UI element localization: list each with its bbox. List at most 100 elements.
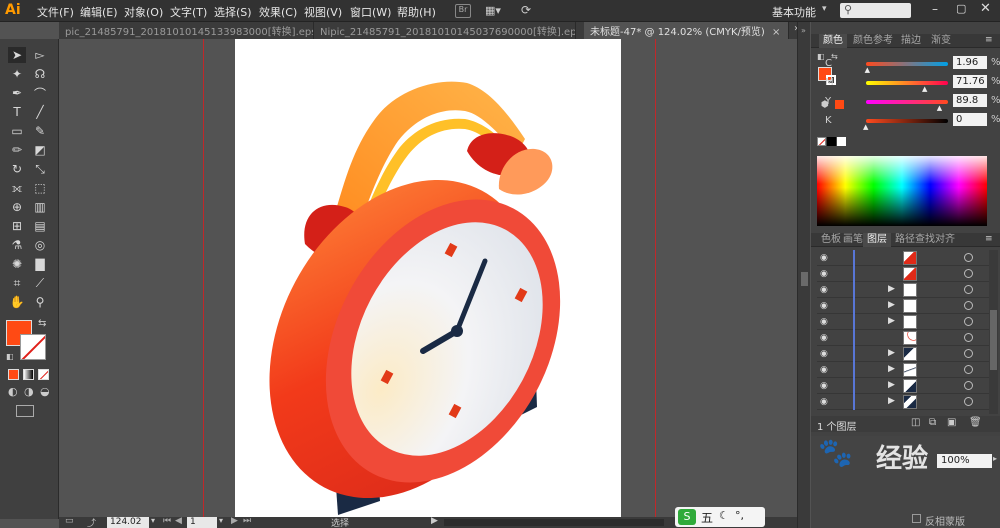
opacity-chevron-icon[interactable]: ▸ (993, 454, 997, 463)
gamut-color-chip[interactable] (835, 100, 844, 109)
tab-gradient[interactable]: 渐变 (927, 34, 955, 48)
ime-moon-icon[interactable]: ☾ (719, 509, 729, 522)
visibility-eye-icon[interactable]: ◉ (820, 381, 830, 391)
layer-target-icon[interactable] (964, 269, 973, 278)
eraser-tool-icon[interactable]: ◩ (31, 142, 49, 158)
layers-scrollbar-thumb[interactable] (990, 310, 997, 370)
tab-color-guide[interactable]: 颜色参考 (849, 34, 897, 48)
hand-tool-icon[interactable]: ✋ (8, 294, 26, 310)
tab-document-1[interactable]: pic_21485791_20181010145133983000[转换].ep… (59, 22, 314, 39)
expand-arrow-icon[interactable]: ▶ (888, 348, 895, 358)
restore-icon[interactable]: ▢ (956, 2, 966, 15)
ime-toolbar[interactable]: S 五 ☾ °, (675, 507, 765, 527)
layer-target-icon[interactable] (964, 285, 973, 294)
search-help-field[interactable]: ⚲ (840, 3, 911, 18)
tab-document-2[interactable]: Nipic_21485791_20181010145037690000[转换].… (314, 22, 576, 39)
visibility-eye-icon[interactable]: ◉ (820, 269, 830, 279)
layer-row[interactable]: ◉ ▶ (817, 314, 989, 330)
pen-tool-icon[interactable]: ✒ (8, 85, 26, 101)
magenta-slider-thumb[interactable]: ▲ (922, 85, 927, 93)
free-transform-tool-icon[interactable]: ⬚ (31, 180, 49, 196)
draw-mode-icon[interactable]: ◐ (8, 385, 18, 398)
menu-window[interactable]: 窗口(W) (350, 4, 391, 20)
last-artboard-icon[interactable]: ⏭ (243, 516, 251, 526)
menu-view[interactable]: 视图(V) (304, 4, 342, 20)
scrollbar-thumb[interactable] (801, 272, 808, 286)
layer-target-icon[interactable] (964, 397, 973, 406)
make-clipping-mask-icon[interactable]: ◫ (911, 417, 920, 428)
layer-target-icon[interactable] (964, 333, 973, 342)
stroke-swatch[interactable] (20, 334, 46, 360)
visibility-eye-icon[interactable]: ◉ (820, 317, 830, 327)
sync-icon[interactable]: ⟳ (521, 3, 537, 19)
blend-tool-icon[interactable]: ◎ (31, 237, 49, 253)
slice-tool-icon[interactable]: ⟋ (31, 275, 49, 291)
layer-row[interactable]: ◉ ▶ (817, 282, 989, 298)
menu-object[interactable]: 对象(O) (124, 4, 163, 20)
menu-type[interactable]: 文字(T) (170, 4, 207, 20)
zoom-chevron-icon[interactable]: ▾ (151, 516, 155, 525)
cyan-slider-thumb[interactable]: ▲ (865, 66, 870, 74)
white-color-chip[interactable] (837, 137, 846, 146)
tab-document-active[interactable]: 未标题-47* @ 124.02% (CMYK/预览) × (584, 22, 789, 39)
layer-target-icon[interactable] (964, 317, 973, 326)
pencil-tool-icon[interactable]: ✏ (8, 142, 26, 158)
delete-layer-icon[interactable]: 🗑 (969, 417, 982, 428)
layer-row[interactable]: ◉ ▶ (817, 346, 989, 362)
artboard-chevron-icon[interactable]: ▾ (219, 516, 223, 525)
magenta-slider[interactable] (866, 81, 948, 85)
magenta-value[interactable]: 71.76 (953, 75, 987, 88)
layer-target-icon[interactable] (964, 301, 973, 310)
symbol-sprayer-tool-icon[interactable]: ✺ (8, 256, 26, 272)
yellow-slider[interactable] (866, 100, 948, 104)
layer-row[interactable]: ◉ (817, 250, 989, 266)
column-graph-tool-icon[interactable]: ▇ (31, 256, 49, 272)
black-color-chip[interactable] (827, 137, 836, 146)
expand-arrow-icon[interactable]: ▶ (888, 380, 895, 390)
gradient-mode-icon[interactable] (23, 369, 34, 380)
layers-scrollbar[interactable] (989, 250, 998, 414)
rectangle-tool-icon[interactable]: ▭ (8, 123, 26, 139)
zoom-field[interactable]: 124.02 (107, 517, 149, 528)
tab-close-icon[interactable]: × (772, 27, 780, 38)
cyan-slider[interactable] (866, 62, 948, 66)
ime-punctuation-icon[interactable]: °, (735, 509, 744, 522)
magic-wand-tool-icon[interactable]: ✦ (8, 66, 26, 82)
menu-help[interactable]: 帮助(H) (397, 4, 436, 20)
swatch-swap-icon[interactable]: ⇆ (831, 52, 838, 61)
share-icon[interactable]: ⤴ (87, 516, 96, 528)
zoom-tool-icon[interactable]: ⚲ (31, 294, 49, 310)
default-colors-icon[interactable]: ◧ (6, 352, 14, 361)
lasso-tool-icon[interactable]: ☊ (31, 66, 49, 82)
layer-row[interactable]: ◉ ▶ (817, 362, 989, 378)
cyan-value[interactable]: 1.96 (953, 56, 987, 69)
arrange-documents-icon[interactable]: ▦▾ (485, 4, 509, 18)
screen-mode-icon[interactable] (16, 405, 34, 417)
layer-row[interactable]: ◉ ▶ (817, 394, 989, 410)
direct-selection-tool-icon[interactable]: ▻ (31, 47, 49, 63)
layer-target-icon[interactable] (964, 365, 973, 374)
minimize-icon[interactable]: – (932, 2, 938, 16)
color-spectrum[interactable] (817, 156, 987, 226)
perspective-grid-tool-icon[interactable]: ▥ (31, 199, 49, 215)
gradient-tool-icon[interactable]: ▤ (31, 218, 49, 234)
visibility-eye-icon[interactable]: ◉ (820, 285, 830, 295)
color-mode-icon[interactable] (8, 369, 19, 380)
draw-inside-icon[interactable]: ◑ (24, 385, 34, 398)
canvas-area[interactable] (59, 39, 797, 517)
scale-tool-icon[interactable]: ⤡ (31, 161, 49, 177)
paintbrush-tool-icon[interactable]: ✎ (31, 123, 49, 139)
expand-arrow-icon[interactable]: ▶ (888, 364, 895, 374)
none-mode-icon[interactable] (38, 369, 49, 380)
new-layer-icon[interactable]: ▣ (947, 417, 956, 428)
selection-tool-icon[interactable]: ➤ (8, 47, 26, 63)
menu-effect[interactable]: 效果(C) (259, 4, 297, 20)
layer-row[interactable]: ◉ (817, 330, 989, 346)
expand-arrow-icon[interactable]: ▶ (888, 396, 895, 406)
rotate-tool-icon[interactable]: ↻ (8, 161, 26, 177)
type-tool-icon[interactable]: T (8, 104, 26, 120)
bridge-icon[interactable]: Br (455, 4, 471, 18)
shape-builder-tool-icon[interactable]: ⊕ (8, 199, 26, 215)
black-value[interactable]: 0 (953, 113, 987, 126)
layer-target-icon[interactable] (964, 349, 973, 358)
